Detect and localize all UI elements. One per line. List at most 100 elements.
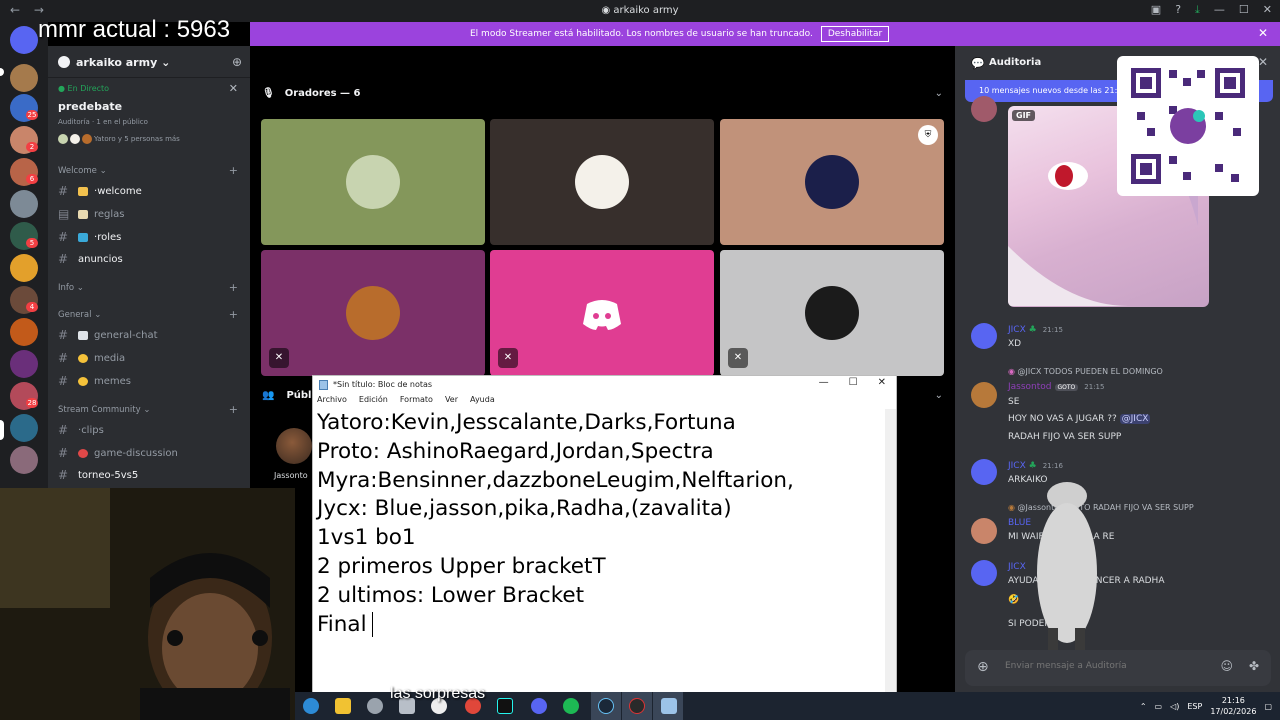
channel-clips[interactable]: # · clips <box>58 423 104 437</box>
subtitle-overlay: las sorpresas <box>390 685 486 702</box>
server-tag: GOTO <box>1054 384 1079 391</box>
inbox-icon[interactable]: ▣ <box>1151 3 1161 17</box>
banner-close-icon[interactable]: ✕ <box>1258 26 1268 40</box>
target-emoji-icon <box>78 448 88 458</box>
chevron-down-icon[interactable]: ⌄ <box>935 88 943 99</box>
menu-ver[interactable]: Ver <box>445 395 458 404</box>
author-name: Jassontod <box>1008 382 1052 392</box>
volume-icon[interactable]: ◁) <box>1170 702 1179 711</box>
close-window-button[interactable]: ✕ <box>1263 3 1272 17</box>
emoji-picker-icon[interactable]: ☺ <box>1220 659 1233 673</box>
notifications-icon[interactable]: ▢ <box>1264 702 1272 711</box>
avatar[interactable] <box>276 428 312 464</box>
speaker-tile[interactable] <box>261 119 485 245</box>
discord-icon[interactable] <box>531 698 547 714</box>
channel-anuncios[interactable]: # anuncios <box>58 252 123 266</box>
speaker-tile[interactable]: ✕ <box>490 250 714 376</box>
category-stream-community[interactable]: Stream Community ⌄ <box>58 405 150 415</box>
user-mention[interactable]: @JICX <box>1119 414 1151 424</box>
speaker-tile[interactable]: ⛨ <box>720 119 944 245</box>
notepad-app-icon[interactable] <box>661 698 677 714</box>
notepad-title: *Sin título: Bloc de notas <box>333 380 433 389</box>
speaker-tile[interactable]: ✕ <box>720 250 944 376</box>
app-icon[interactable] <box>367 698 383 714</box>
server-icon: ◉ <box>601 5 614 16</box>
speakers-header: 🎙 Oradores — 6 <box>262 88 361 99</box>
minimize-button[interactable]: — <box>819 377 829 388</box>
download-icon[interactable]: ⤓ <box>1195 3 1200 17</box>
network-icon[interactable]: ▭ <box>1155 702 1163 711</box>
menu-archivo[interactable]: Archivo <box>317 395 347 404</box>
help-icon[interactable]: ? <box>1175 3 1181 17</box>
apps-icon[interactable]: ✤ <box>1249 659 1259 673</box>
server-icon[interactable] <box>10 64 38 92</box>
clock-time: 21:16 <box>1221 696 1245 705</box>
rules-icon: ▤ <box>58 207 70 221</box>
add-channel-icon[interactable]: + <box>229 281 238 294</box>
channel-label: roles <box>97 231 122 243</box>
category-info[interactable]: Info ⌄ <box>58 283 84 293</box>
server-icon[interactable] <box>10 350 38 378</box>
close-button[interactable]: ✕ <box>878 377 886 388</box>
text-cursor <box>371 611 380 637</box>
add-channel-icon[interactable]: + <box>229 164 238 177</box>
server-header[interactable]: arkaiko army ⌄ ⊕ <box>48 46 250 78</box>
tiktok-icon[interactable] <box>497 698 513 714</box>
mention-badge: 5 <box>26 238 38 248</box>
avatar <box>575 155 629 209</box>
server-icon[interactable] <box>10 318 38 346</box>
tray-chevron-icon[interactable]: ⌃ <box>1140 702 1147 711</box>
channel-reglas[interactable]: ▤ reglas <box>58 207 125 221</box>
invite-people-icon[interactable]: ⊕ <box>232 55 242 69</box>
channel-media[interactable]: # media <box>58 351 125 365</box>
mention-badge: 4 <box>26 302 38 312</box>
discord-home-icon[interactable] <box>10 26 38 54</box>
laugh-emoji-icon <box>78 376 88 386</box>
server-icon[interactable] <box>10 190 38 218</box>
channel-label: anuncios <box>78 253 123 265</box>
obs-icon[interactable] <box>629 698 645 714</box>
hash-icon: # <box>58 184 69 198</box>
scrollbar[interactable] <box>885 409 896 693</box>
file-explorer-icon[interactable] <box>335 698 351 714</box>
channel-roles[interactable]: # · roles <box>58 230 121 244</box>
menu-edicion[interactable]: Edición <box>359 395 388 404</box>
close-chat-icon[interactable]: ✕ <box>1258 55 1268 69</box>
reply-preview[interactable]: ◉ @JICX TODOS PUEDEN EL DOMINGO <box>1008 367 1163 376</box>
maximize-button[interactable]: ☐ <box>1239 3 1249 17</box>
server-icon[interactable] <box>10 254 38 282</box>
speaker-tile[interactable]: ✕ <box>261 250 485 376</box>
category-welcome[interactable]: Welcome ⌄ <box>58 166 107 176</box>
clock[interactable]: 21:16 17/02/2026 <box>1210 695 1256 717</box>
add-channel-icon[interactable]: + <box>229 308 238 321</box>
message-input[interactable] <box>1005 661 1205 671</box>
channel-memes[interactable]: # memes <box>58 374 131 388</box>
category-label: Info <box>58 283 75 293</box>
stage-name[interactable]: predebate <box>58 100 122 113</box>
channel-general-chat[interactable]: # general-chat <box>58 328 158 342</box>
minimize-button[interactable]: — <box>1214 3 1225 17</box>
steam-icon[interactable] <box>598 698 614 714</box>
notepad-text-area[interactable]: Yatoro:Kevin,Jesscalante,Darks,Fortuna P… <box>317 409 887 639</box>
chevron-down-icon[interactable]: ⌄ <box>935 390 943 401</box>
close-stage-icon[interactable]: ✕ <box>229 82 238 95</box>
menu-ayuda[interactable]: Ayuda <box>470 395 495 404</box>
spotify-icon[interactable] <box>563 698 579 714</box>
category-general[interactable]: General ⌄ <box>58 310 101 320</box>
channel-welcome[interactable]: # · welcome <box>58 184 142 198</box>
maximize-button[interactable]: ☐ <box>849 377 858 388</box>
server-icon[interactable] <box>10 446 38 474</box>
menu-formato[interactable]: Formato <box>400 395 433 404</box>
disable-streamer-button[interactable]: Deshabilitar <box>820 26 890 42</box>
speaker-tile[interactable] <box>490 119 714 245</box>
avatar <box>346 155 400 209</box>
add-channel-icon[interactable]: + <box>229 403 238 416</box>
edge-icon[interactable] <box>303 698 319 714</box>
channel-game-discussion[interactable]: # game-discussion <box>58 446 178 460</box>
language-indicator[interactable]: ESP <box>1187 702 1202 711</box>
reply-avatar-icon: ◉ <box>1008 367 1018 376</box>
add-attachment-icon[interactable]: ⊕ <box>977 659 989 675</box>
id-emoji-icon <box>78 232 88 242</box>
channel-torneo[interactable]: # torneo-5vs5 <box>58 468 138 482</box>
server-icon[interactable] <box>10 414 38 442</box>
